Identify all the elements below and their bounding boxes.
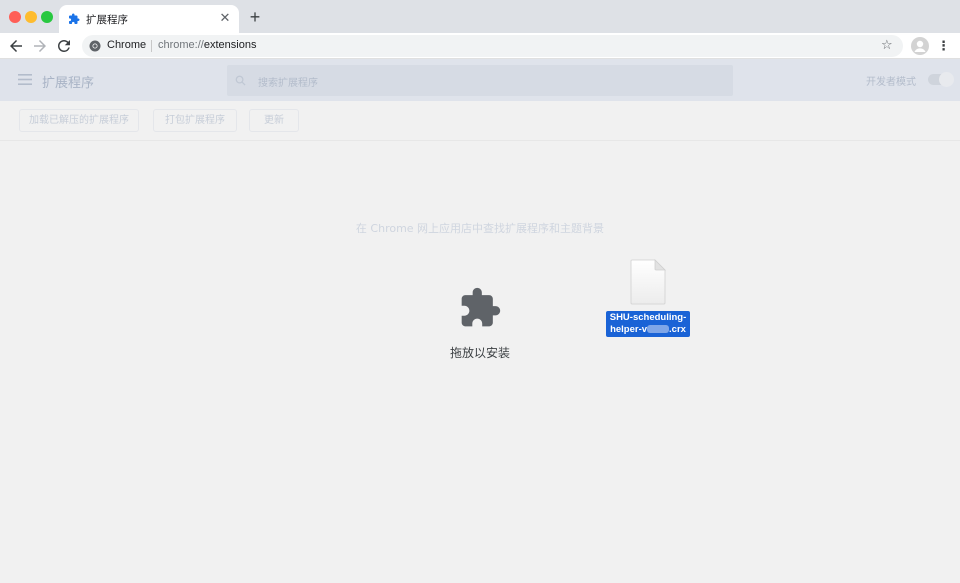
omnibox-url[interactable]: chrome://extensions bbox=[158, 39, 256, 51]
window-maximize-button[interactable] bbox=[41, 11, 53, 23]
omnibox-divider bbox=[151, 40, 152, 52]
redacted-version bbox=[647, 325, 670, 334]
browser-toolbar: Chrome chrome://extensions ☆ ⋮ bbox=[0, 33, 960, 59]
file-name-suffix: .crx bbox=[669, 324, 686, 335]
document-icon[interactable] bbox=[630, 259, 666, 305]
drop-to-install-label: 拖放以安装 bbox=[449, 346, 510, 360]
tab-title: 扩展程序 bbox=[86, 14, 128, 26]
webstore-link-text: 在 Chrome 网上应用店中查找扩展程序和主题背景 bbox=[355, 222, 605, 235]
window-minimize-button[interactable] bbox=[25, 11, 37, 23]
file-name-line-2: helper-v .crx bbox=[606, 324, 690, 336]
webstore-link[interactable]: 在 Chrome 网上应用店中查找扩展程序和主题背景 bbox=[0, 220, 960, 236]
search-placeholder: 搜索扩展程序 bbox=[258, 78, 318, 89]
address-bar[interactable]: Chrome chrome://extensions ☆ bbox=[82, 35, 903, 57]
bookmark-star-icon[interactable]: ☆ bbox=[881, 38, 895, 52]
search-extensions-field[interactable]: 搜索扩展程序 bbox=[227, 65, 733, 96]
file-name-line-1: SHU-scheduling- bbox=[609, 312, 687, 323]
puzzle-icon bbox=[69, 13, 80, 24]
developer-mode-toggle[interactable] bbox=[928, 72, 954, 87]
url-scheme: chrome:// bbox=[158, 39, 204, 51]
new-tab-button[interactable]: + bbox=[246, 8, 264, 26]
reload-icon[interactable] bbox=[55, 37, 73, 55]
forward-arrow-icon[interactable] bbox=[31, 37, 49, 55]
pack-extension-button[interactable]: 打包扩展程序 bbox=[153, 109, 237, 132]
hamburger-menu-icon[interactable] bbox=[18, 74, 32, 85]
load-unpacked-button[interactable]: 加载已解压的扩展程序 bbox=[19, 109, 139, 132]
toggle-knob bbox=[939, 72, 954, 87]
chrome-logo-icon bbox=[89, 40, 101, 52]
developer-mode-label: 开发者模式 bbox=[866, 77, 916, 88]
developer-actions-bar: 加载已解压的扩展程序 打包扩展程序 更新 bbox=[0, 101, 960, 141]
dragged-file-name: SHU-scheduling- helper-v .crx bbox=[606, 311, 690, 337]
extensions-page: 扩展程序 搜索扩展程序 开发者模式 加载已解压的扩展程序 打包扩展程序 更新 在… bbox=[0, 59, 960, 583]
more-menu-icon[interactable]: ⋮ bbox=[937, 37, 950, 55]
extensions-header: 扩展程序 搜索扩展程序 开发者模式 bbox=[0, 59, 960, 101]
search-icon bbox=[235, 75, 246, 86]
update-button[interactable]: 更新 bbox=[249, 109, 299, 132]
profile-avatar[interactable] bbox=[911, 37, 929, 55]
tab-close-icon[interactable]: ✕ bbox=[218, 11, 232, 25]
page-title: 扩展程序 bbox=[42, 76, 95, 91]
puzzle-icon bbox=[461, 287, 501, 327]
person-icon bbox=[914, 40, 926, 52]
tab-extensions[interactable]: 扩展程序 ✕ bbox=[59, 5, 239, 33]
window-close-button[interactable] bbox=[9, 11, 21, 23]
tab-strip: 扩展程序 ✕ + bbox=[0, 0, 960, 33]
back-arrow-icon[interactable] bbox=[7, 37, 25, 55]
omnibox-chip-label: Chrome bbox=[107, 39, 147, 51]
url-path: extensions bbox=[203, 39, 257, 51]
file-name-prefix: helper-v bbox=[610, 324, 648, 335]
